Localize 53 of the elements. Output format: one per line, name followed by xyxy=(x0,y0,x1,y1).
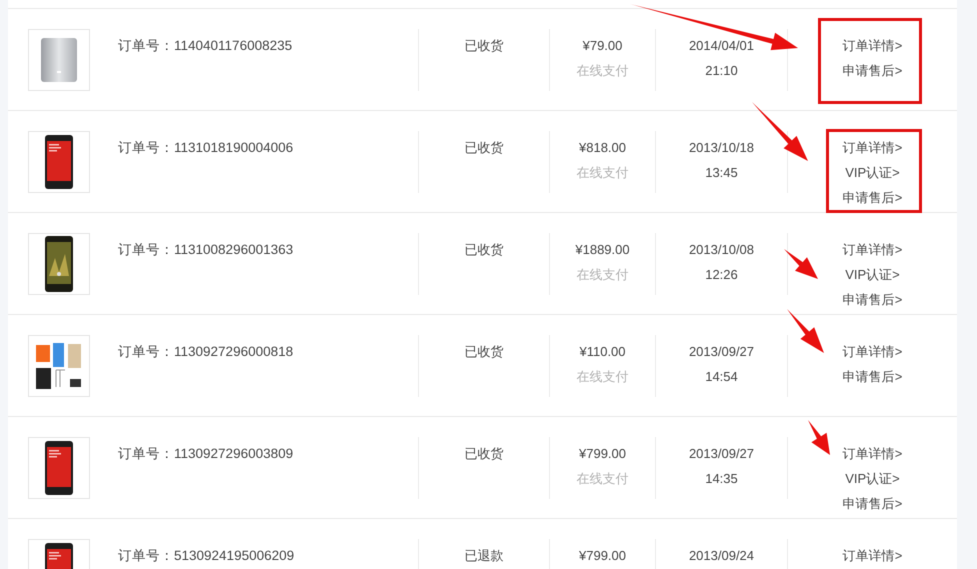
phone-drawing xyxy=(45,441,73,495)
order-action-link[interactable]: 申请售后> xyxy=(842,287,902,312)
phone-drawing xyxy=(45,236,73,292)
order-date: 2013/09/27 xyxy=(688,343,754,361)
payment-method: 在线支付 xyxy=(576,470,628,488)
order-price: ¥79.00 xyxy=(582,37,622,55)
order-time: 12:26 xyxy=(705,266,738,284)
order-action-link[interactable]: VIP认证> xyxy=(845,262,900,287)
order-action-link[interactable]: 订单详情> xyxy=(842,33,902,58)
order-status: 已收货 xyxy=(464,139,504,157)
payment-method: 在线支付 xyxy=(576,62,628,80)
payment-method: 在线支付 xyxy=(576,368,628,386)
order-action-link[interactable]: VIP认证> xyxy=(845,466,900,491)
order-number: 订单号：1130927296000818 xyxy=(118,343,294,361)
order-action-link[interactable]: 申请售后> xyxy=(842,185,902,210)
order-number: 订单号：5130924195006209 xyxy=(118,547,296,565)
order-date: 2014/04/01 xyxy=(688,37,754,55)
order-date: 2013/09/27 xyxy=(688,445,754,463)
phone-drawing xyxy=(45,135,73,189)
order-time: 21:10 xyxy=(705,62,738,80)
order-price: ¥110.00 xyxy=(579,343,626,361)
order-action-link[interactable]: 订单详情> xyxy=(842,237,902,262)
order-date: 2013/10/08 xyxy=(688,241,754,259)
order-status: 已收货 xyxy=(464,37,504,55)
order-price: ¥799.00 xyxy=(579,547,626,565)
order-date: 2013/09/24 xyxy=(688,547,754,565)
order-number: 订单号：1131018190004006 xyxy=(118,139,294,157)
order-action-link[interactable]: 申请售后> xyxy=(842,364,902,389)
order-price: ¥818.00 xyxy=(579,139,626,157)
order-number: 订单号：1131008296001363 xyxy=(118,241,294,259)
order-status: 已收货 xyxy=(464,343,504,361)
order-time: 14:35 xyxy=(705,470,738,488)
order-status: 已收货 xyxy=(464,241,504,259)
order-date: 2013/10/18 xyxy=(688,139,754,157)
order-action-link[interactable]: VIP认证> xyxy=(845,160,900,185)
order-price: ¥1889.00 xyxy=(575,241,630,259)
order-number: 订单号：1130927296003809 xyxy=(118,445,294,463)
order-action-link[interactable]: 订单详情> xyxy=(842,543,902,568)
payment-method: 在线支付 xyxy=(576,164,628,182)
order-action-link[interactable]: 订单详情> xyxy=(842,441,902,466)
order-time: 13:45 xyxy=(705,164,738,182)
order-status: 已收货 xyxy=(464,445,504,463)
order-action-link[interactable]: 申请售后> xyxy=(842,491,902,516)
order-number: 订单号：1140401176008235 xyxy=(118,37,294,55)
accessories-drawing xyxy=(36,343,82,389)
order-action-link[interactable]: 申请售后> xyxy=(842,58,902,83)
order-action-link[interactable]: 订单详情> xyxy=(842,135,902,160)
order-price: ¥799.00 xyxy=(579,445,626,463)
order-status: 已退款 xyxy=(464,547,504,565)
order-action-link[interactable]: 订单详情> xyxy=(842,339,902,364)
payment-method: 在线支付 xyxy=(576,266,628,284)
power-bank-drawing xyxy=(41,38,77,82)
order-time: 14:54 xyxy=(705,368,738,386)
